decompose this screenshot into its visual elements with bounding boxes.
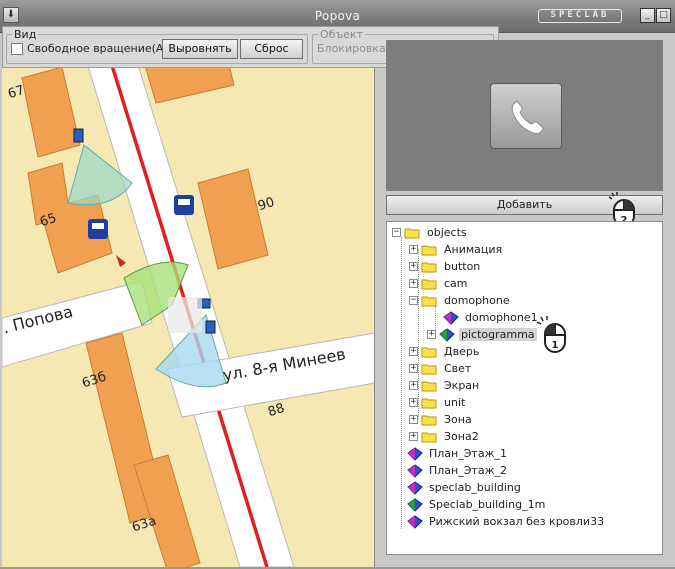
object-gem-icon (407, 514, 423, 529)
tree-node-objects[interactable]: − objects (392, 224, 469, 241)
object-group-legend: Объект (318, 28, 366, 41)
free-rotation-checkbox[interactable] (11, 43, 23, 55)
tree-node-zone[interactable]: + Зона (409, 411, 474, 428)
tree-node-plan-floor-1[interactable]: План_Этаж_1 (407, 445, 509, 462)
reset-button[interactable]: Сброс (240, 39, 303, 59)
tree-node-button[interactable]: + button (409, 258, 482, 275)
folder-icon (421, 262, 437, 272)
tree-node-zone2[interactable]: + Зона2 (409, 428, 481, 445)
map-viewport[interactable]: 67 65 90 63б 88 63а . Попова ул. 8-я Мин… (2, 33, 375, 567)
tree-node-plan-floor-2[interactable]: План_Этаж_2 (407, 462, 509, 479)
tree-node-pictogramma[interactable]: + pictogramma (427, 326, 537, 343)
folder-icon (421, 415, 437, 425)
object-gem-icon (439, 327, 455, 342)
tree-node-unit[interactable]: + unit (409, 394, 467, 411)
expand-icon[interactable]: + (409, 245, 418, 254)
folder-open-icon (404, 228, 420, 238)
expand-icon[interactable]: + (409, 279, 418, 288)
collapse-icon[interactable]: − (409, 296, 418, 305)
camera-icon-1[interactable] (73, 128, 84, 143)
camera-icon-3[interactable] (205, 320, 216, 334)
view-group-legend: Вид (12, 28, 39, 41)
expand-icon[interactable]: + (409, 381, 418, 390)
expand-icon[interactable]: + (427, 330, 436, 339)
folder-icon (421, 432, 437, 442)
mouse-click-hint-icon-1: 1 (536, 316, 566, 353)
hint-number-1: 1 (552, 340, 559, 351)
tree-node-domophone1[interactable]: domophone1 (443, 309, 540, 326)
tree-node-domophone[interactable]: − domophone (409, 292, 512, 309)
collapse-icon[interactable]: − (392, 228, 401, 237)
building-67 (21, 66, 81, 158)
pictogramma-marker[interactable] (168, 297, 202, 333)
object-tree[interactable]: − objects + Анимация + button + cam − do… (386, 221, 663, 555)
expand-icon[interactable]: + (409, 432, 418, 441)
free-rotation-label: Свободное вращение(Alt) (27, 42, 176, 55)
folder-icon (421, 381, 437, 391)
object-gem-icon (407, 446, 423, 461)
expand-icon[interactable]: + (409, 262, 418, 271)
speclab-logo: SPECLAB (538, 9, 622, 23)
entrance-marker-icon (116, 255, 126, 267)
object-gem-icon (443, 310, 459, 325)
building-90 (197, 168, 269, 270)
tree-node-door[interactable]: + Дверь (409, 343, 481, 360)
minimize-button[interactable]: _ (640, 8, 655, 23)
tree-node-speclab-building-1m[interactable]: Speclab_building_1m (407, 496, 547, 513)
expand-icon[interactable]: + (409, 364, 418, 373)
folder-icon (421, 398, 437, 408)
tree-node-cam[interactable]: + cam (409, 275, 470, 292)
view-group: Вид Свободное вращение(Alt) Выровнять Сб… (6, 28, 308, 64)
selected-node-label: pictogramma (459, 328, 537, 341)
expand-icon[interactable]: + (409, 347, 418, 356)
tree-node-rizhsky-station[interactable]: Рижский вокзал без кровли33 (407, 513, 606, 530)
folder-icon (421, 347, 437, 357)
folder-icon (421, 279, 437, 289)
tree-node-speclab-building[interactable]: speclab_building (407, 479, 523, 496)
expand-icon[interactable]: + (409, 398, 418, 407)
object-gem-icon (407, 480, 423, 495)
folder-open-icon (421, 296, 437, 306)
align-button[interactable]: Выровнять (162, 39, 238, 59)
tree-node-animation[interactable]: + Анимация (409, 241, 504, 258)
object-preview (386, 40, 663, 191)
tree-node-light[interactable]: + Свет (409, 360, 473, 377)
folder-icon (421, 364, 437, 374)
tree-node-screen[interactable]: + Экран (409, 377, 481, 394)
object-gem-icon (407, 463, 423, 478)
object-gem-icon (407, 497, 423, 512)
maximize-button[interactable]: □ (656, 8, 671, 23)
phone-handset-icon (511, 100, 544, 135)
preview-tile (490, 83, 562, 149)
expand-icon[interactable]: + (409, 415, 418, 424)
map-canvas[interactable] (2, 33, 375, 567)
folder-icon (421, 245, 437, 255)
